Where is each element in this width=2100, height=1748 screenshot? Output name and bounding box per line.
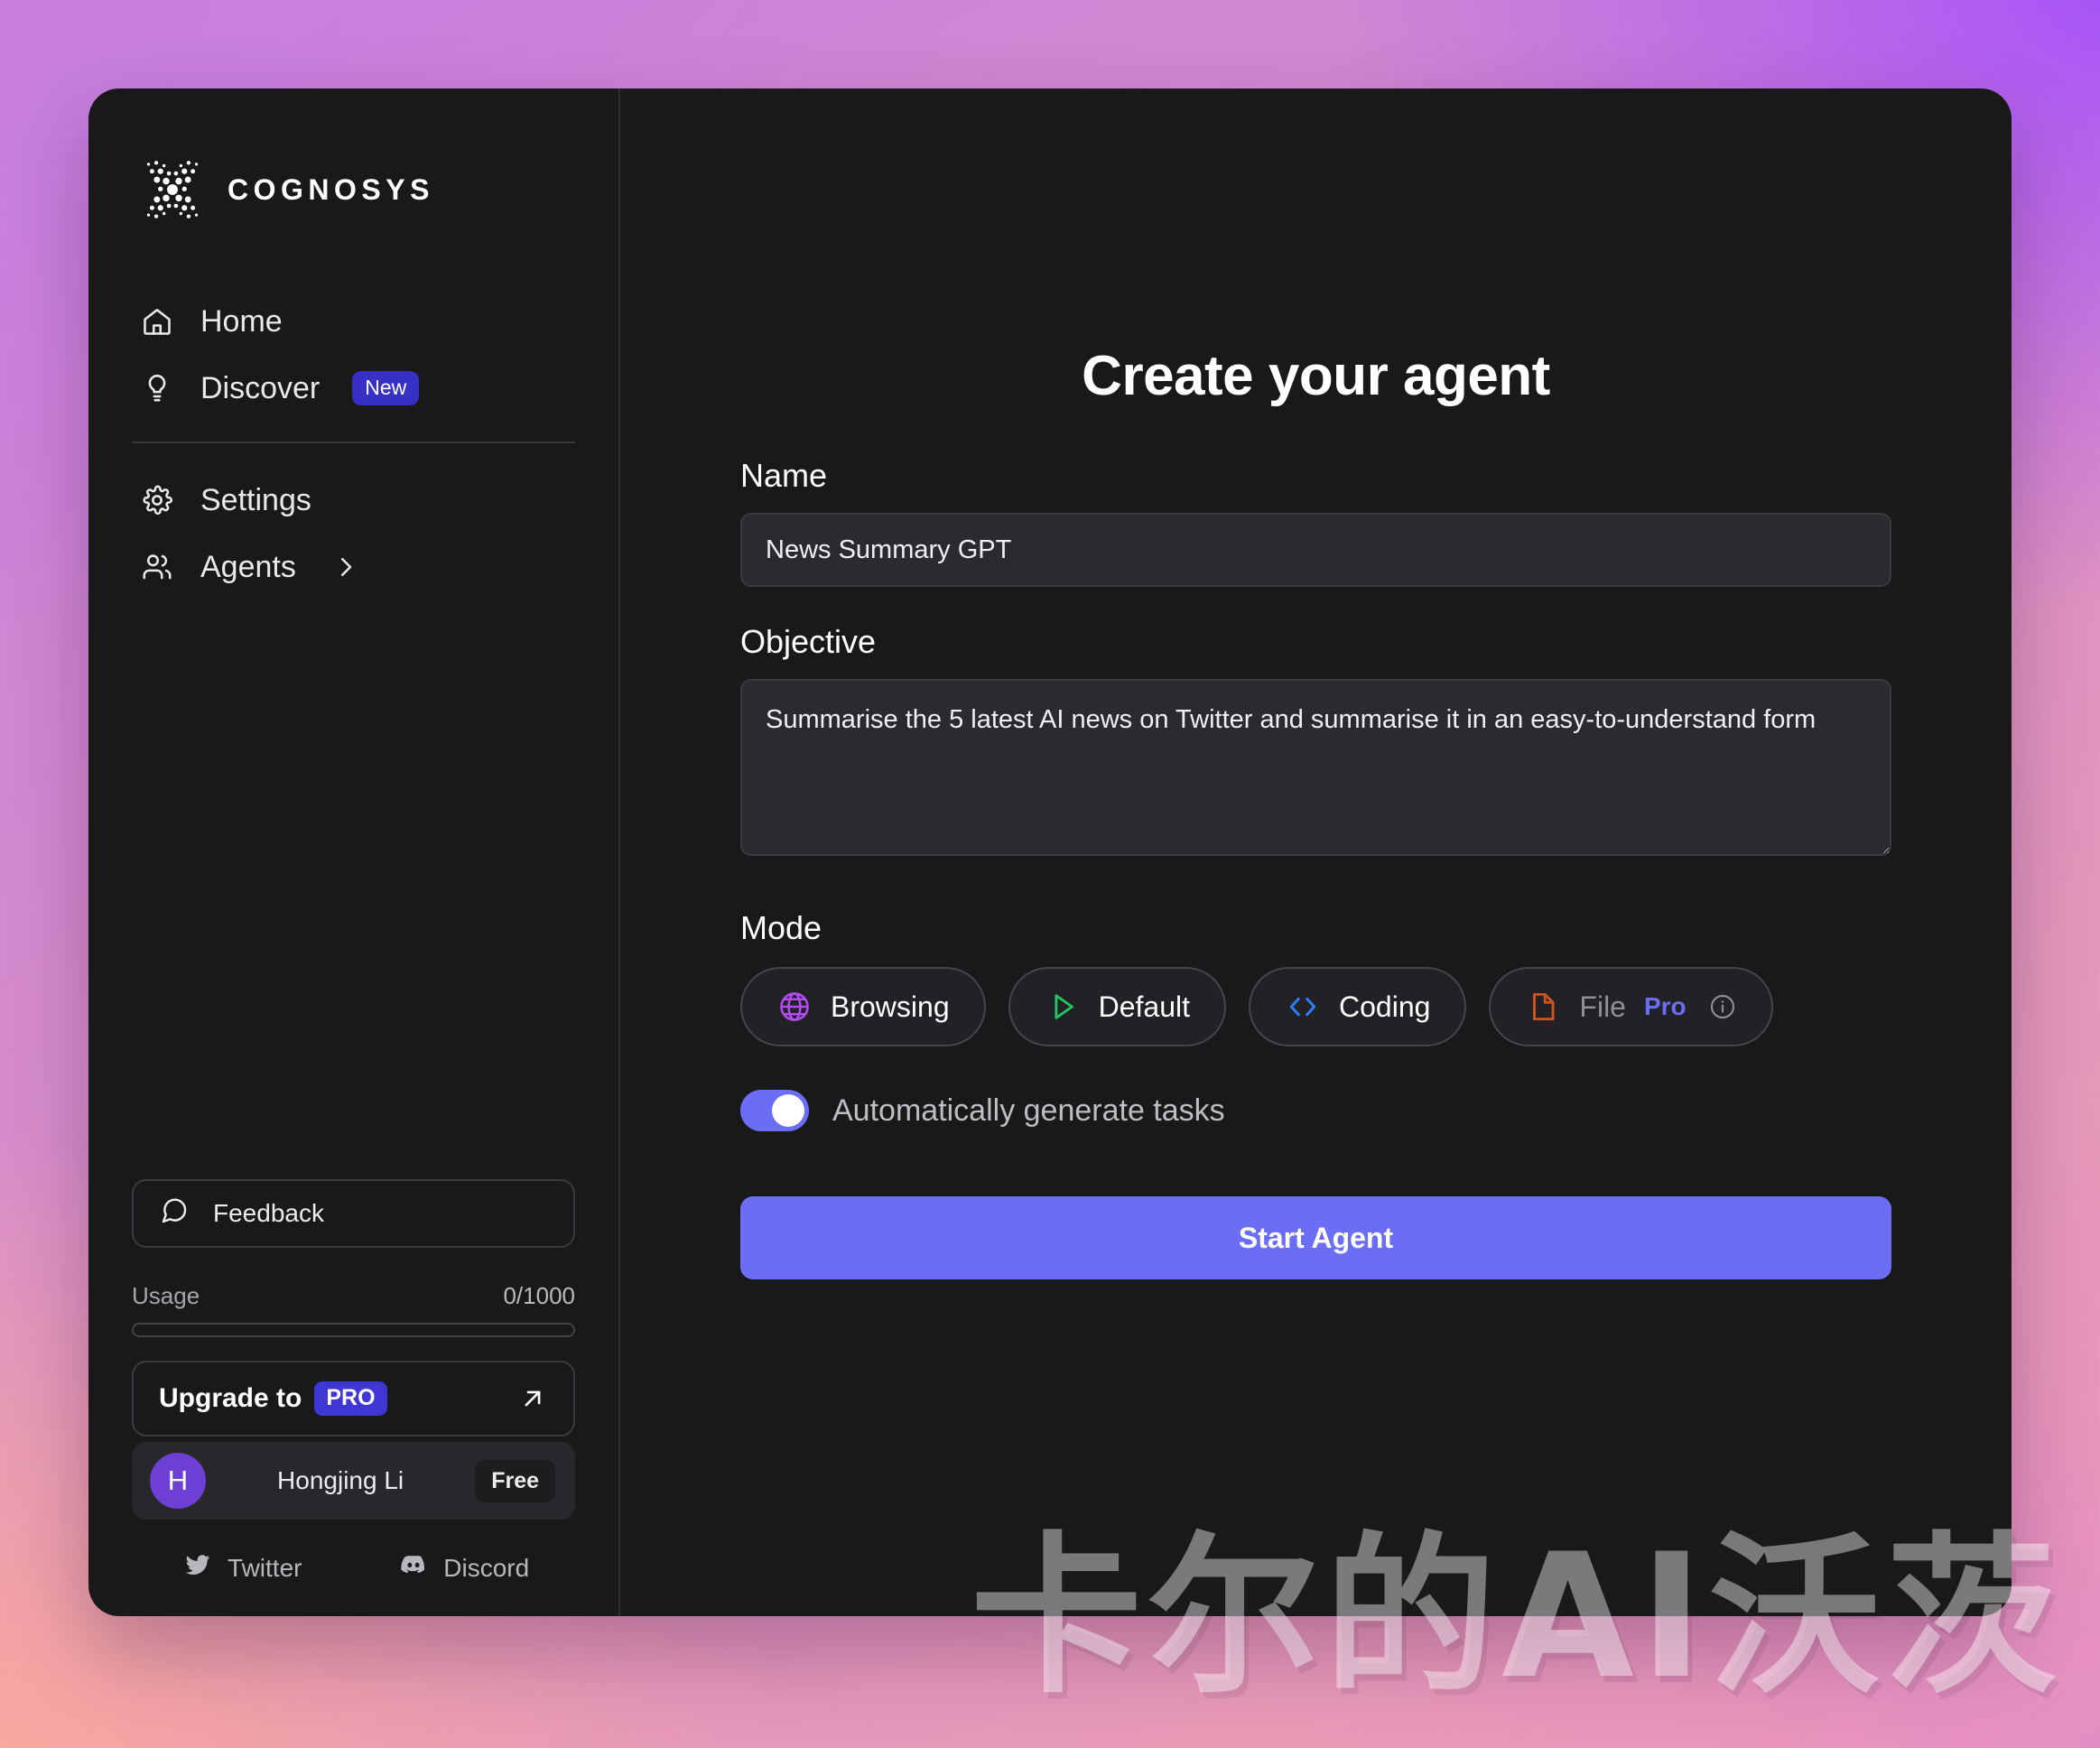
sidebar-item-agents[interactable]: Agents [132, 534, 575, 600]
sidebar-footer: Feedback Usage 0/1000 Upgrade to PRO H H… [88, 1179, 618, 1616]
chevron-right-icon [332, 553, 359, 581]
mode-option-file[interactable]: File Pro [1489, 967, 1773, 1046]
gear-icon [137, 480, 177, 520]
plan-badge: Free [475, 1459, 555, 1502]
brand-logo[interactable]: COGNOSYS [88, 88, 618, 225]
sidebar: COGNOSYS Home Discover New Settings Agen… [88, 88, 620, 1616]
avatar: H [150, 1453, 206, 1509]
objective-field-group: Objective Summarise the 5 latest AI news… [740, 623, 1891, 860]
account-row[interactable]: H Hongjing Li Free [132, 1442, 575, 1520]
sidebar-divider [132, 442, 575, 443]
arrow-up-right-icon [517, 1383, 548, 1414]
twitter-icon [183, 1550, 212, 1585]
agent-objective-textarea[interactable]: Summarise the 5 latest AI news on Twitte… [740, 679, 1891, 856]
users-icon [137, 547, 177, 587]
brand-wordmark: COGNOSYS [228, 172, 434, 206]
app-window: COGNOSYS Home Discover New Settings Agen… [88, 88, 2012, 1616]
sidebar-nav: Home Discover New Settings Agents [88, 288, 618, 600]
sidebar-item-home[interactable]: Home [132, 288, 575, 355]
mode-options: Browsing Default Coding File Pro [740, 967, 1891, 1046]
sidebar-item-settings[interactable]: Settings [132, 467, 575, 534]
pro-badge: PRO [314, 1381, 387, 1416]
name-field-label: Name [740, 457, 828, 494]
home-icon [137, 302, 177, 341]
mode-option-file-pro-tag: Pro [1643, 992, 1687, 1020]
twitter-label: Twitter [228, 1553, 302, 1582]
cognosys-dot-x-logo-icon [137, 154, 208, 225]
message-circle-icon [159, 1195, 190, 1232]
usage-label: Usage [132, 1282, 200, 1309]
sidebar-item-agents-label: Agents [200, 550, 296, 584]
mode-option-coding-label: Coding [1339, 990, 1431, 1023]
page-title: Create your agent [1082, 345, 1550, 407]
mode-option-browsing-label: Browsing [831, 990, 950, 1023]
usage-amount: 0/1000 [503, 1282, 575, 1309]
auto-generate-tasks-toggle[interactable] [740, 1090, 809, 1131]
start-agent-button[interactable]: Start Agent [740, 1196, 1891, 1279]
sidebar-item-home-label: Home [200, 304, 283, 339]
name-field-group: Name [740, 457, 1891, 587]
sidebar-item-settings-label: Settings [200, 483, 311, 517]
sidebar-item-discover-label: Discover [200, 371, 321, 405]
twitter-link[interactable]: Twitter [132, 1550, 354, 1585]
sidebar-item-discover[interactable]: Discover New [132, 355, 575, 422]
mode-option-browsing[interactable]: Browsing [740, 967, 986, 1046]
auto-generate-tasks-row: Automatically generate tasks [740, 1090, 1891, 1131]
objective-field-label: Objective [740, 623, 877, 660]
account-name: Hongjing Li [277, 1466, 404, 1494]
lightbulb-icon [137, 368, 177, 408]
file-icon [1525, 989, 1561, 1025]
mode-option-file-label: File [1579, 990, 1626, 1023]
code-brackets-icon [1285, 989, 1321, 1025]
feedback-button[interactable]: Feedback [132, 1179, 575, 1248]
mode-option-default[interactable]: Default [1008, 967, 1226, 1046]
info-icon[interactable] [1708, 992, 1737, 1021]
main-content: Create your agent Name Objective Summari… [620, 88, 2012, 1616]
agent-name-input[interactable] [740, 513, 1891, 587]
mode-section: Mode Browsing Default Coding File Pro [740, 909, 1891, 1046]
discord-label: Discord [443, 1553, 530, 1582]
mode-option-default-label: Default [1098, 990, 1190, 1023]
toggle-knob [772, 1094, 804, 1127]
mode-label: Mode [740, 909, 822, 946]
auto-generate-tasks-label: Automatically generate tasks [832, 1092, 1225, 1128]
discover-new-badge: New [352, 371, 420, 405]
mode-option-coding[interactable]: Coding [1249, 967, 1467, 1046]
play-triangle-icon [1045, 989, 1081, 1025]
upgrade-to-pro-button[interactable]: Upgrade to PRO [132, 1361, 575, 1437]
upgrade-label: Upgrade to [159, 1383, 302, 1413]
discord-icon [399, 1550, 428, 1585]
social-links: Twitter Discord [132, 1550, 575, 1585]
usage-row: Usage 0/1000 [132, 1282, 575, 1310]
feedback-label: Feedback [213, 1199, 324, 1227]
discord-link[interactable]: Discord [354, 1550, 576, 1585]
globe-icon [776, 989, 813, 1025]
usage-progress-bar [132, 1323, 575, 1337]
